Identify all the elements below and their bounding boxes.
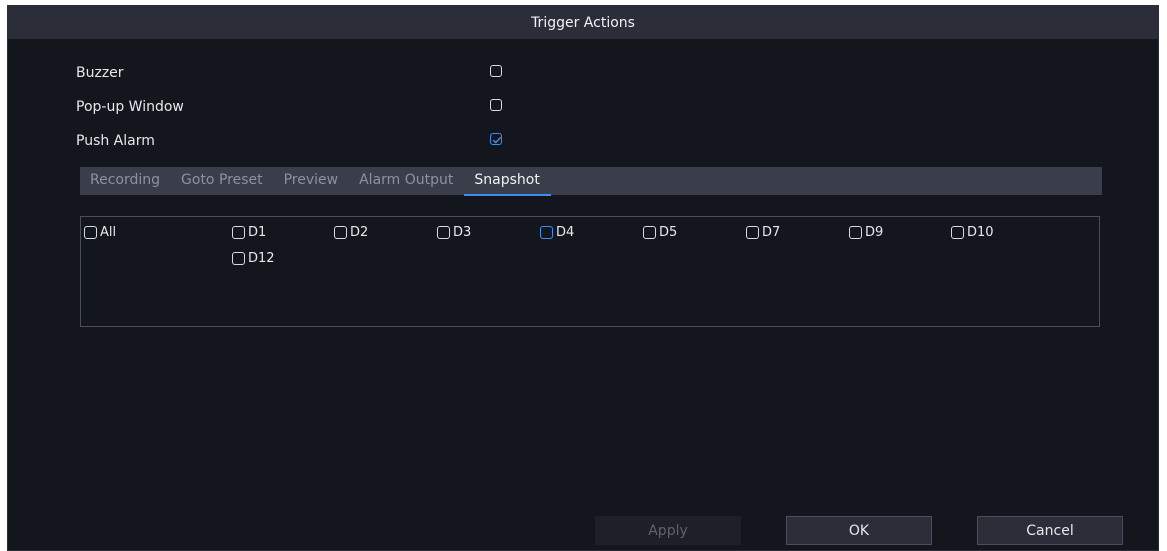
channel-d9-checkbox[interactable]	[849, 225, 862, 239]
channel-d9-label: D9	[865, 224, 884, 240]
channel-d7-label: D7	[762, 224, 781, 240]
channel-d4-label: D4	[556, 224, 575, 240]
channel-d12-checkbox[interactable]	[232, 251, 245, 265]
channel-d5-label: D5	[659, 224, 678, 240]
channel-d12-label: D12	[248, 250, 275, 266]
channel-d10-checkbox[interactable]	[951, 225, 964, 239]
tab-snapshot[interactable]: Snapshot	[464, 172, 551, 196]
cancel-button[interactable]: Cancel	[977, 516, 1123, 545]
channel-d1-checkbox[interactable]	[232, 225, 245, 239]
channel-d1-label: D1	[248, 224, 267, 240]
channel-d3-checkbox[interactable]	[437, 225, 450, 239]
action-tabs: Recording Goto Preset Preview Alarm Outp…	[80, 167, 1102, 196]
channel-d4-checkbox[interactable]	[540, 225, 553, 239]
buzzer-label: Buzzer	[76, 65, 124, 81]
channel-d9[interactable]: D9	[849, 224, 883, 240]
apply-button[interactable]: Apply	[595, 516, 741, 545]
popup-window-checkbox[interactable]	[490, 99, 502, 111]
push-alarm-label: Push Alarm	[76, 133, 155, 149]
channel-d7[interactable]: D7	[746, 224, 780, 240]
tab-preview[interactable]: Preview	[274, 172, 350, 196]
popup-window-option: Pop-up Window	[76, 96, 516, 118]
channel-d10[interactable]: D10	[951, 224, 994, 240]
checkmark-icon	[492, 136, 502, 144]
channel-d1[interactable]: D1	[232, 224, 266, 240]
trigger-actions-dialog: Trigger Actions Buzzer Pop-up Window Pus…	[7, 5, 1159, 551]
channel-d3-label: D3	[453, 224, 472, 240]
channel-d2[interactable]: D2	[334, 224, 368, 240]
dialog-title-bar: Trigger Actions	[8, 6, 1158, 39]
dialog-title: Trigger Actions	[531, 14, 635, 31]
channel-all[interactable]: All	[84, 224, 116, 240]
popup-window-label: Pop-up Window	[76, 99, 184, 115]
push-alarm-checkbox[interactable]	[490, 133, 502, 145]
buzzer-option: Buzzer	[76, 62, 516, 84]
channel-d5-checkbox[interactable]	[643, 225, 656, 239]
channel-d7-checkbox[interactable]	[746, 225, 759, 239]
ok-button[interactable]: OK	[786, 516, 932, 545]
channel-selection-panel: All D1 D2 D3 D4 D5 D7 D9 D10 D12	[80, 216, 1100, 327]
buzzer-checkbox[interactable]	[490, 65, 502, 77]
channel-d4[interactable]: D4	[540, 224, 574, 240]
channel-all-label: All	[100, 224, 117, 240]
tab-recording[interactable]: Recording	[80, 172, 171, 196]
channel-d12[interactable]: D12	[232, 250, 275, 266]
channel-d2-label: D2	[350, 224, 369, 240]
channel-d10-label: D10	[967, 224, 994, 240]
channel-d2-checkbox[interactable]	[334, 225, 347, 239]
tab-alarm-output[interactable]: Alarm Output	[349, 172, 464, 196]
channel-d5[interactable]: D5	[643, 224, 677, 240]
channel-d3[interactable]: D3	[437, 224, 471, 240]
channel-all-checkbox[interactable]	[84, 225, 97, 239]
push-alarm-option: Push Alarm	[76, 130, 516, 152]
tab-goto-preset[interactable]: Goto Preset	[171, 172, 274, 196]
